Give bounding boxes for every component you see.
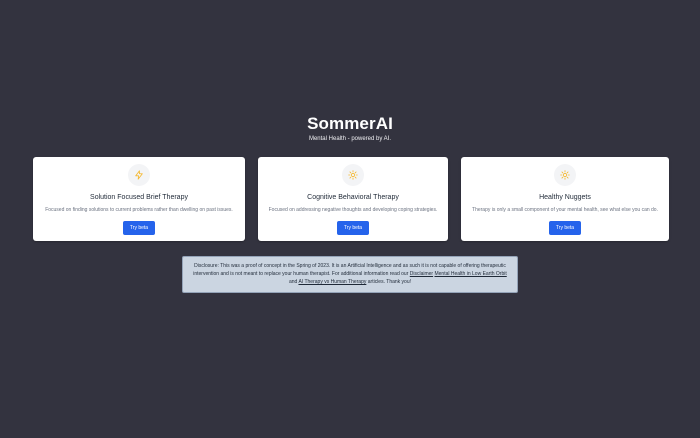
card-healthy-nuggets: Healthy Nuggets Therapy is only a small … [461, 157, 669, 241]
lightning-icon [128, 164, 150, 186]
card-solution-focused: Solution Focused Brief Therapy Focused o… [33, 157, 245, 241]
card-description: Focused on finding solutions to current … [45, 207, 233, 213]
try-beta-button[interactable]: Try beta [549, 221, 581, 235]
card-title: Solution Focused Brief Therapy [90, 194, 188, 201]
card-title: Healthy Nuggets [539, 194, 591, 201]
card-description: Therapy is only a small component of you… [472, 207, 658, 213]
card-cognitive-behavioral: Cognitive Behavioral Therapy Focused on … [258, 157, 448, 241]
app-subtitle: Mental Health - powered by AI. [308, 136, 392, 142]
ai-vs-human-therapy-link[interactable]: AI Therapy vs Human Therapy [298, 279, 366, 285]
low-earth-orbit-link[interactable]: Mental Health in Low Earth Orbit [434, 271, 506, 277]
try-beta-button[interactable]: Try beta [123, 221, 155, 235]
card-description: Focused on addressing negative thoughts … [268, 207, 438, 213]
page: SommerAI Mental Health - powered by AI. … [0, 0, 700, 438]
hero: SommerAI Mental Health - powered by AI. [0, 114, 700, 142]
disclaimer-link[interactable]: Disclaimer [410, 271, 433, 277]
card-title: Cognitive Behavioral Therapy [307, 194, 399, 201]
sun-icon [342, 164, 364, 186]
app-title: SommerAI [307, 114, 393, 133]
sun-icon [554, 164, 576, 186]
disclosure-closing-text: articles. Thank you! [366, 279, 412, 285]
disclosure-box: Disclosure: This was a proof of concept … [182, 256, 518, 293]
try-beta-button[interactable]: Try beta [337, 221, 369, 235]
